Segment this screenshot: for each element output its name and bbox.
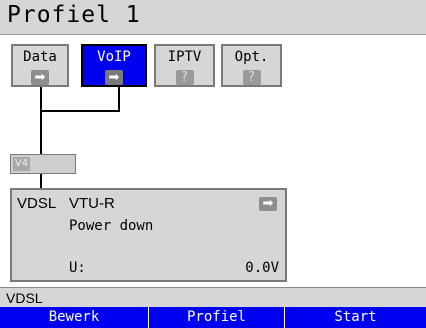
tab-opt-label: Opt. xyxy=(234,49,269,65)
status-bar: VDSL xyxy=(0,287,426,307)
vdsl-mode: VTU-R xyxy=(69,195,115,212)
vdsl-name: VDSL xyxy=(17,195,57,212)
connector-line xyxy=(40,110,120,112)
tab-voip[interactable]: VoIP ➡ xyxy=(81,44,147,87)
tab-iptv[interactable]: IPTV ? xyxy=(154,44,215,87)
protocol-box[interactable]: V4 xyxy=(10,154,76,174)
connector-line xyxy=(118,86,120,112)
protocol-tag: V4 xyxy=(13,157,30,171)
tab-iptv-label: IPTV xyxy=(167,49,202,65)
tab-data-label: Data xyxy=(23,49,57,65)
voltage-value: 0.0V xyxy=(245,260,279,276)
arrow-right-icon: ➡ xyxy=(31,70,49,85)
softkey-start[interactable]: Start xyxy=(285,307,426,328)
arrow-right-icon[interactable]: ➡ xyxy=(259,197,277,211)
vdsl-panel[interactable]: VDSL VTU-R ➡ Power down U: 0.0V xyxy=(10,188,287,282)
vdsl-state: Power down xyxy=(69,218,154,234)
arrow-right-icon: ➡ xyxy=(105,70,123,85)
softkey-bewerk[interactable]: Bewerk xyxy=(0,307,148,328)
question-icon: ? xyxy=(242,70,261,85)
question-icon: ? xyxy=(175,70,194,85)
connector-line xyxy=(40,86,42,112)
voltage-label: U: xyxy=(69,260,86,276)
tab-opt[interactable]: Opt. ? xyxy=(221,44,282,87)
tab-voip-label: VoIP xyxy=(97,49,131,65)
page-title: Profiel 1 xyxy=(7,2,141,28)
title-bar: Profiel 1 xyxy=(0,0,426,35)
tab-data[interactable]: Data ➡ xyxy=(11,44,69,87)
softkey-profiel[interactable]: Profiel xyxy=(149,307,284,328)
connector-line xyxy=(40,174,42,188)
connector-line xyxy=(40,110,42,154)
status-text: VDSL xyxy=(6,290,43,306)
softkey-bar: Bewerk Profiel Start xyxy=(0,307,426,328)
